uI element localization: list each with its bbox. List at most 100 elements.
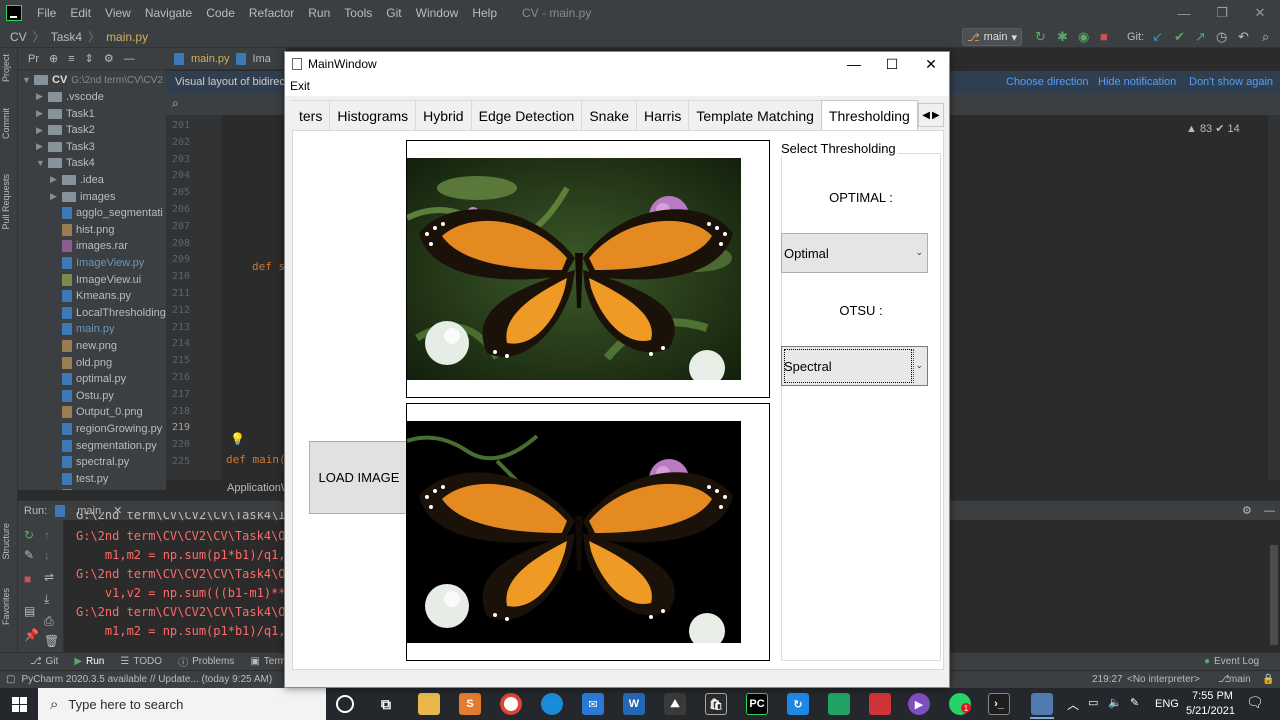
edge-icon[interactable]: [541, 693, 563, 715]
tree-item[interactable]: Thresholding0.png: [50, 487, 166, 490]
ide-close-button[interactable]: ✕: [1241, 0, 1279, 26]
store-icon[interactable]: 🛍: [705, 693, 727, 715]
history-icon[interactable]: ◷: [1216, 26, 1227, 48]
git-commit-icon[interactable]: ✔: [1174, 26, 1185, 48]
chevron-right-icon[interactable]: ▶: [50, 191, 62, 202]
chevron-down-icon[interactable]: ▼: [36, 158, 48, 168]
inspection-counter[interactable]: ▲ 83 ✔ 14: [1186, 122, 1240, 135]
dont-show-again-link[interactable]: Don't show again: [1189, 76, 1273, 88]
debug-icon[interactable]: ✱: [1057, 26, 1068, 48]
tree-item[interactable]: hist.png: [50, 222, 115, 239]
soft-wrap-icon[interactable]: ⇌: [44, 570, 54, 584]
file-explorer-icon[interactable]: [418, 693, 440, 715]
menu-view[interactable]: View: [98, 0, 138, 26]
update-status[interactable]: PyCharm 2020.3.5 available // Update... …: [15, 674, 272, 685]
rollback-icon[interactable]: ↶: [1238, 26, 1249, 48]
otsu-combobox[interactable]: Spectral ⌄: [781, 346, 928, 386]
tab-edge-detection[interactable]: Edge Detection: [470, 100, 583, 130]
language-indicator[interactable]: ENG: [1155, 698, 1179, 710]
menu-git[interactable]: Git: [379, 0, 408, 26]
ide-minimize-button[interactable]: —: [1165, 0, 1203, 26]
tab-thresholding[interactable]: Thresholding: [820, 100, 918, 130]
breadcrumb-file[interactable]: main.py: [102, 30, 152, 44]
chevron-right-icon[interactable]: ▶: [36, 125, 48, 136]
tree-item[interactable]: old.png: [50, 354, 112, 371]
tree-item[interactable]: ImageView.ui: [50, 271, 141, 288]
tree-item[interactable]: test.py: [50, 471, 108, 488]
menu-edit[interactable]: Edit: [63, 0, 98, 26]
coverage-icon[interactable]: ◉: [1078, 26, 1089, 48]
git-tool-tab[interactable]: ⎇ Git: [22, 656, 66, 667]
commit-tool-tab[interactable]: Commit: [1, 108, 11, 139]
hide-icon[interactable]: —: [1264, 505, 1275, 517]
tree-item[interactable]: new.png: [50, 338, 117, 355]
menu-window[interactable]: Window: [409, 0, 466, 26]
chevron-right-icon[interactable]: ▶: [36, 108, 48, 119]
qt-close-button[interactable]: ✕: [911, 52, 951, 76]
git-push-icon[interactable]: ↗: [1195, 26, 1206, 48]
gear-icon[interactable]: ⚙: [1242, 504, 1252, 517]
interpreter-status[interactable]: <No interpreter>: [1127, 674, 1200, 685]
chevron-right-icon[interactable]: ▶: [36, 91, 48, 102]
status-branch[interactable]: main: [1229, 674, 1251, 685]
tree-item[interactable]: regionGrowing.py: [50, 421, 162, 438]
tab-template-matching[interactable]: Template Matching: [688, 100, 822, 130]
action-center-icon[interactable]: 🗨: [1246, 694, 1264, 711]
layout-icon[interactable]: ▤: [24, 604, 35, 618]
pycharm-taskbar-icon[interactable]: PC: [746, 693, 768, 715]
rerun-icon[interactable]: ↻: [24, 528, 34, 542]
collapse-all-icon[interactable]: ≡: [68, 53, 74, 65]
volume-icon[interactable]: 🔈: [1108, 696, 1122, 709]
breadcrumb-folder[interactable]: Task4: [47, 30, 86, 44]
gear-icon[interactable]: ⚙: [104, 52, 114, 65]
tree-item[interactable]: ▶ Task1: [36, 105, 95, 122]
sync-icon[interactable]: ↻: [787, 693, 809, 715]
delete-icon[interactable]: 🗑: [44, 634, 59, 648]
up-icon[interactable]: ↑: [44, 528, 50, 542]
down-icon[interactable]: ↓: [44, 548, 50, 562]
media-player-icon[interactable]: ▶: [908, 693, 930, 715]
tree-item[interactable]: spectral.py: [50, 454, 129, 471]
security-icon[interactable]: [828, 693, 850, 715]
todo-tool-tab[interactable]: ☰ TODO: [112, 656, 170, 667]
tree-item[interactable]: images.rar: [50, 238, 128, 255]
status-layout-icon[interactable]: ▢: [0, 674, 15, 685]
event-log-tab[interactable]: ● Event Log: [1196, 656, 1267, 667]
menu-refactor[interactable]: Refactor: [242, 0, 301, 26]
tab-harris[interactable]: Harris: [636, 100, 690, 130]
run-tool-tab[interactable]: ▶ Run: [66, 656, 112, 667]
wrench-icon[interactable]: ✎: [24, 548, 34, 562]
search-everywhere-icon[interactable]: ⌕: [1262, 26, 1269, 48]
cortana-icon[interactable]: [336, 695, 354, 713]
ide-maximize-button[interactable]: ❐: [1203, 0, 1241, 26]
console-scrollbar[interactable]: [1270, 545, 1278, 645]
python-taskbar-icon[interactable]: [1031, 693, 1053, 715]
tree-item[interactable]: ▶ .idea: [50, 172, 104, 189]
git-update-icon[interactable]: ↙: [1152, 26, 1163, 48]
hide-icon[interactable]: —: [124, 53, 135, 65]
winscp-icon[interactable]: W: [623, 693, 645, 715]
tray-chevron-up-icon[interactable]: ︿: [1067, 696, 1079, 713]
load-image-button[interactable]: LOAD IMAGE: [309, 441, 409, 514]
editor-breadcrumb-footer[interactable]: ApplicationW: [227, 482, 291, 494]
tree-item[interactable]: segmentation.py: [50, 437, 157, 454]
tab-histograms[interactable]: Histograms: [329, 100, 417, 130]
tree-item[interactable]: agglo_segmentati: [50, 205, 163, 222]
chevron-right-icon[interactable]: ▶: [36, 141, 48, 152]
qt-maximize-button[interactable]: ☐: [872, 52, 912, 76]
cursor-position[interactable]: 219:27: [1092, 674, 1123, 685]
editor-tab-main[interactable]: main.py: [174, 52, 230, 65]
vpn-icon[interactable]: ⛰: [664, 693, 686, 715]
menu-run[interactable]: Run: [301, 0, 337, 26]
pull-requests-tool-tab[interactable]: Pull Requests: [1, 174, 11, 230]
menu-help[interactable]: Help: [465, 0, 504, 26]
structure-tool-tab[interactable]: Structure: [1, 523, 11, 560]
tree-item[interactable]: LocalThresholding.: [50, 305, 166, 322]
pen-icon[interactable]: ✎: [1130, 696, 1139, 709]
tree-item[interactable]: ▼ Task4: [36, 155, 95, 172]
tree-item[interactable]: optimal.py: [50, 371, 126, 388]
editor-tab-imageview[interactable]: Ima: [235, 52, 271, 65]
menu-file[interactable]: File: [30, 0, 63, 26]
tree-item[interactable]: ▶ Task2: [36, 122, 95, 139]
tree-item[interactable]: Kmeans.py: [50, 288, 131, 305]
